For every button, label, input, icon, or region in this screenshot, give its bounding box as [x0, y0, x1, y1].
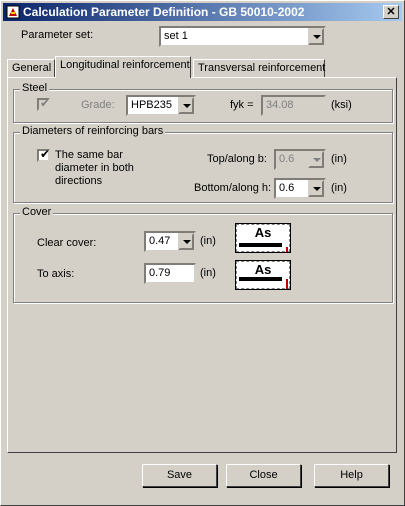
fyk-label: fyk =	[230, 99, 254, 111]
to-axis-label: To axis:	[37, 268, 75, 280]
cover-group: Cover	[13, 206, 393, 303]
top-along-b-select[interactable]: 0.6	[274, 149, 326, 170]
top-along-b-unit: (in)	[331, 153, 347, 165]
checkmark-icon: ✔	[40, 147, 51, 161]
to-axis-value: 0.79	[149, 267, 171, 279]
help-button[interactable]: Help	[314, 464, 389, 487]
same-bar-label: The same bar diameter in both directions	[55, 149, 134, 187]
as-label: As	[254, 262, 272, 277]
clear-cover-unit: (in)	[200, 235, 216, 247]
top-along-b-value: 0.6	[279, 153, 295, 165]
steel-legend: Steel	[20, 82, 50, 94]
axis-dimension-marker	[286, 279, 288, 289]
chevron-down-icon[interactable]	[178, 97, 194, 114]
save-button[interactable]: Save	[142, 464, 217, 487]
chevron-down-icon[interactable]	[308, 180, 324, 197]
title-bar[interactable]: Calculation Parameter Definition - GB 50…	[3, 3, 402, 21]
rebar-line	[239, 243, 282, 247]
to-axis-diagram: As	[235, 260, 291, 290]
parameter-set-label: Parameter set:	[21, 29, 94, 41]
fyk-field[interactable]: 34.08	[261, 95, 326, 116]
cover-legend: Cover	[20, 206, 54, 218]
chevron-down-icon[interactable]	[308, 151, 324, 168]
tab-longitudinal-label: Longitudinal reinforcement	[60, 59, 190, 71]
clear-cover-diagram: As	[235, 223, 291, 253]
steel-checkbox[interactable]: ✔	[37, 96, 51, 111]
same-bar-checkbox[interactable]: ✔	[37, 147, 51, 162]
to-axis-unit: (in)	[200, 267, 216, 279]
tab-longitudinal-reinforcement[interactable]: Longitudinal reinforcement	[55, 56, 191, 78]
tab-general[interactable]: General	[7, 59, 55, 77]
close-button[interactable]: Close	[226, 464, 301, 487]
to-axis-field[interactable]: 0.79	[144, 263, 196, 284]
grade-value: HPB235	[131, 99, 172, 111]
close-window-button[interactable]: ✕	[383, 5, 399, 19]
top-along-b-label: Top/along b:	[207, 153, 267, 165]
clear-cover-select[interactable]: 0.47	[144, 231, 196, 252]
window-title: Calculation Parameter Definition - GB 50…	[23, 5, 305, 19]
bottom-along-h-label: Bottom/along h:	[194, 182, 272, 194]
dialog-window: Calculation Parameter Definition - GB 50…	[0, 0, 405, 506]
cover-dimension-marker	[286, 247, 288, 252]
parameter-set-value: set 1	[164, 30, 188, 42]
fyk-value: 34.08	[266, 99, 294, 111]
bottom-along-h-value: 0.6	[279, 182, 295, 194]
checkmark-icon: ✔	[40, 96, 51, 110]
rebar-line	[239, 277, 282, 281]
tab-transversal-reinforcement[interactable]: Transversal reinforcement	[193, 59, 325, 77]
clear-cover-label: Clear cover:	[37, 237, 97, 249]
app-icon	[6, 5, 20, 19]
bottom-along-h-unit: (in)	[331, 182, 347, 194]
fyk-unit: (ksi)	[331, 99, 352, 111]
parameter-set-select[interactable]: set 1	[159, 26, 326, 47]
bottom-along-h-select[interactable]: 0.6	[274, 178, 326, 199]
tab-general-label: General	[12, 62, 52, 74]
diameters-legend: Diameters of reinforcing bars	[20, 125, 166, 137]
as-label: As	[254, 225, 272, 240]
chevron-down-icon[interactable]	[308, 28, 324, 45]
close-icon: ✕	[386, 6, 396, 18]
clear-cover-value: 0.47	[149, 235, 171, 247]
grade-select[interactable]: HPB235	[126, 95, 196, 116]
grade-label: Grade:	[81, 99, 115, 111]
tab-transversal-label: Transversal reinforcement	[198, 62, 326, 74]
chevron-down-icon[interactable]	[178, 233, 194, 250]
